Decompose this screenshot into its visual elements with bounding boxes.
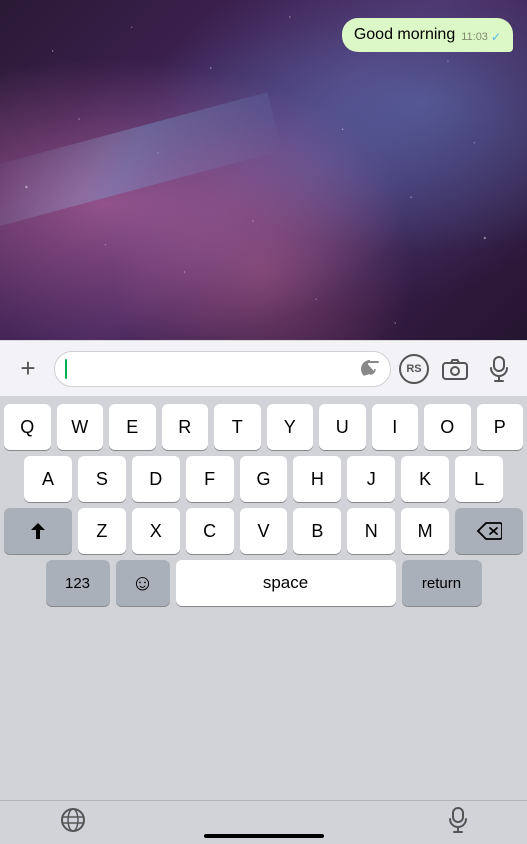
message-bubble: Good morning 11:03 ✓ <box>342 18 513 52</box>
key-f[interactable]: F <box>186 456 234 502</box>
message-input-container[interactable] <box>54 351 391 387</box>
bottom-mic-button[interactable] <box>449 807 467 839</box>
key-a[interactable]: A <box>24 456 72 502</box>
key-g[interactable]: G <box>240 456 288 502</box>
key-u[interactable]: U <box>319 404 366 450</box>
key-x[interactable]: X <box>132 508 180 554</box>
message-read-tick: ✓ <box>491 31 501 43</box>
key-p[interactable]: P <box>477 404 524 450</box>
message-time: 11:03 <box>461 31 488 43</box>
key-row-1: Q W E R T Y U I O P <box>4 404 523 450</box>
key-m[interactable]: M <box>401 508 449 554</box>
key-t[interactable]: T <box>214 404 261 450</box>
text-cursor <box>65 359 67 379</box>
key-y[interactable]: Y <box>267 404 314 450</box>
key-k[interactable]: K <box>401 456 449 502</box>
bottom-bar <box>0 800 527 844</box>
message-meta: 11:03 ✓ <box>461 31 501 43</box>
key-h[interactable]: H <box>293 456 341 502</box>
key-j[interactable]: J <box>347 456 395 502</box>
key-o[interactable]: O <box>424 404 471 450</box>
key-return[interactable]: return <box>402 560 482 606</box>
key-space[interactable]: space <box>176 560 396 606</box>
key-n[interactable]: N <box>347 508 395 554</box>
key-r[interactable]: R <box>162 404 209 450</box>
chat-area: Good morning 11:03 ✓ <box>0 0 527 340</box>
message-text: Good morning <box>354 26 455 44</box>
rs-button[interactable]: RS <box>399 354 429 384</box>
globe-icon-button[interactable] <box>60 807 86 839</box>
key-i[interactable]: I <box>372 404 419 450</box>
key-b[interactable]: B <box>293 508 341 554</box>
key-delete[interactable] <box>455 508 523 554</box>
home-indicator <box>204 834 324 838</box>
key-q[interactable]: Q <box>4 404 51 450</box>
key-row-3: Z X C V B N M <box>4 508 523 554</box>
key-w[interactable]: W <box>57 404 104 450</box>
input-toolbar: + RS <box>0 340 527 396</box>
key-emoji[interactable]: ☺ <box>116 560 170 606</box>
key-s[interactable]: S <box>78 456 126 502</box>
key-shift[interactable] <box>4 508 72 554</box>
key-e[interactable]: E <box>109 404 156 450</box>
keyboard: Q W E R T Y U I O P A S D F G H J K L Z … <box>0 396 527 800</box>
key-v[interactable]: V <box>240 508 288 554</box>
key-row-2: A S D F G H J K L <box>4 456 523 502</box>
voice-button[interactable] <box>481 351 517 387</box>
key-z[interactable]: Z <box>78 508 126 554</box>
attach-button[interactable]: + <box>10 351 46 387</box>
key-l[interactable]: L <box>455 456 503 502</box>
camera-button[interactable] <box>437 351 473 387</box>
key-d[interactable]: D <box>132 456 180 502</box>
key-numbers[interactable]: 123 <box>46 560 110 606</box>
key-row-4: 123 ☺ space return <box>4 560 523 606</box>
sticker-button[interactable] <box>358 357 382 381</box>
key-c[interactable]: C <box>186 508 234 554</box>
